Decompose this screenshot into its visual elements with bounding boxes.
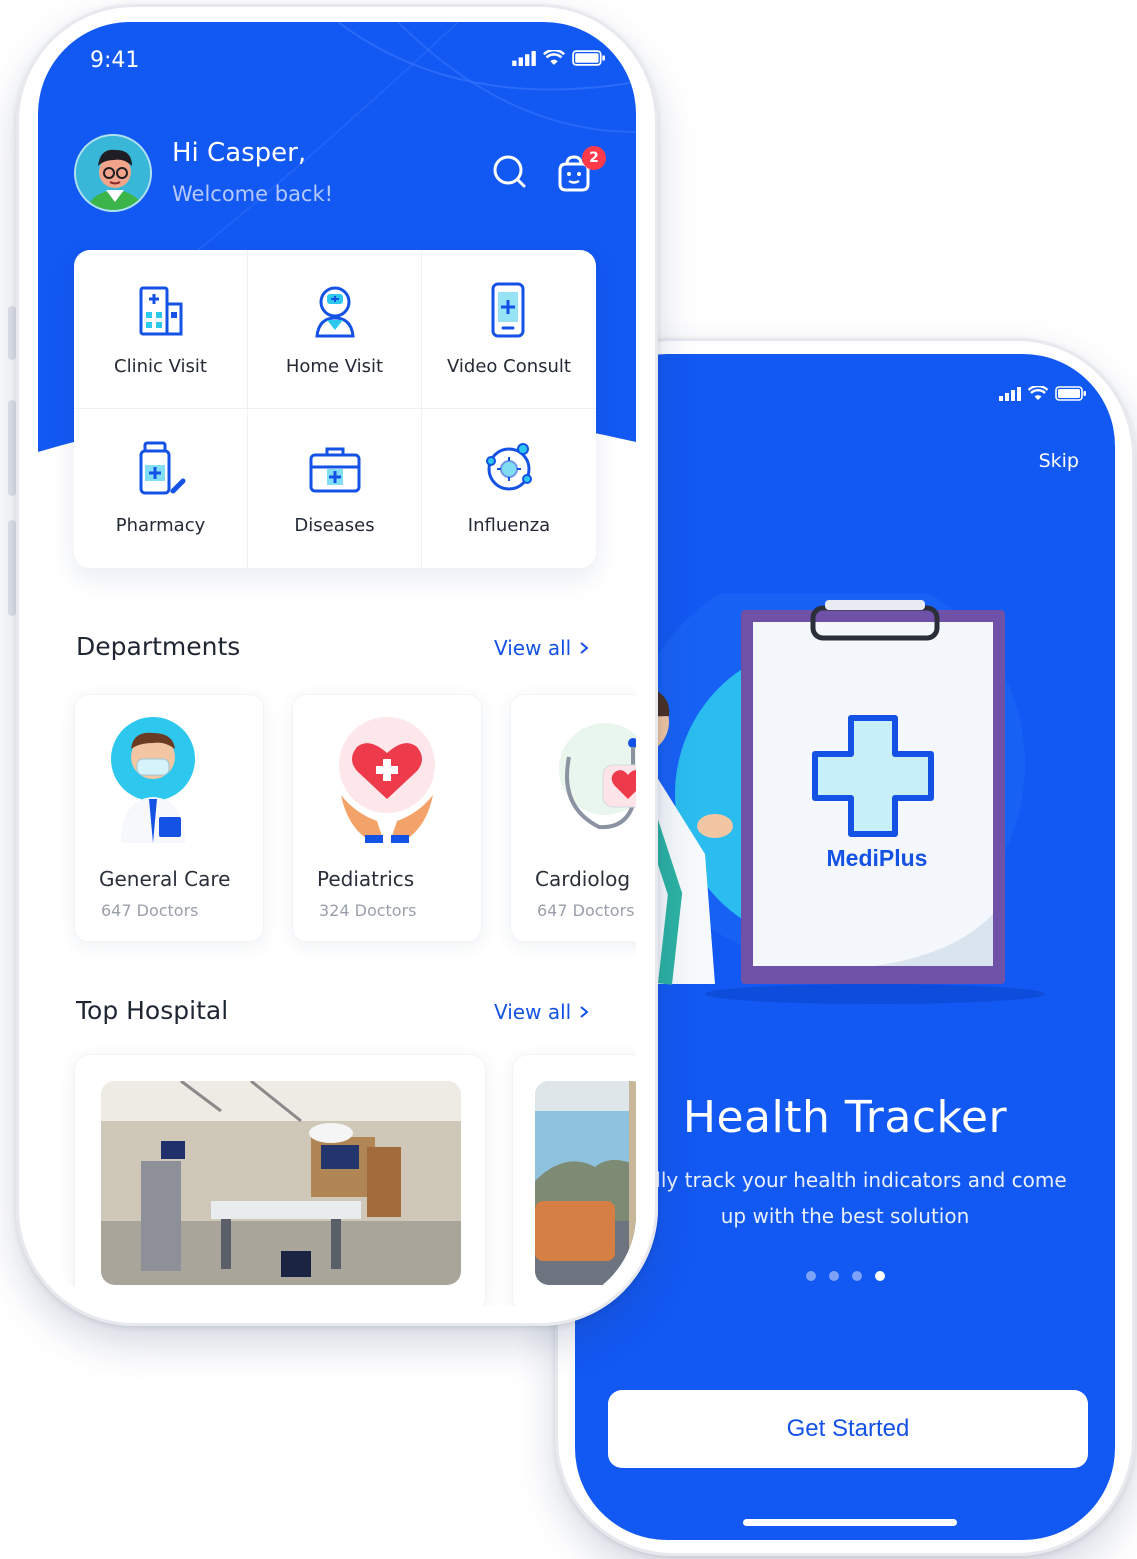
home-screen: 9:41 Hi Casper, Welcome back! 2 Clinic V…: [38, 22, 636, 1306]
view-all-label: View all: [494, 1000, 572, 1024]
service-pharmacy[interactable]: Pharmacy: [74, 409, 248, 568]
heart-in-hands-illustration: [339, 717, 435, 843]
battery-icon: [1055, 386, 1086, 401]
stethoscope-heart-illustration: [559, 723, 636, 830]
department-name: Pediatrics: [317, 867, 415, 891]
hospital-card[interactable]: [74, 1054, 486, 1306]
avatar[interactable]: [74, 134, 152, 212]
signal-icon: [512, 50, 536, 66]
search-icon[interactable]: [490, 152, 530, 192]
side-button: [8, 306, 16, 360]
service-video-consult[interactable]: Video Consult: [422, 250, 596, 409]
service-diseases[interactable]: Diseases: [248, 409, 422, 568]
home-phone-frame: 9:41 Hi Casper, Welcome back! 2 Clinic V…: [16, 4, 658, 1326]
wifi-icon: [543, 50, 565, 65]
department-card-pediatrics[interactable]: Pediatrics 324 Doctors: [292, 694, 482, 942]
medicine-bottle-icon: [139, 441, 185, 495]
department-name: Cardiolog: [535, 867, 631, 891]
medical-kit-icon: [309, 447, 360, 493]
welcome-subtitle: Welcome back!: [172, 182, 334, 206]
status-icons: [999, 386, 1087, 401]
hospital-building-icon: [139, 286, 182, 336]
side-button: [8, 400, 16, 496]
wifi-icon: [1028, 386, 1048, 400]
services-grid: Clinic Visit Home Visit Video Consult Ph…: [74, 250, 596, 568]
top-hospital-title: Top Hospital: [76, 996, 229, 1025]
department-name: General Care: [99, 867, 231, 891]
hospital-card[interactable]: [512, 1054, 636, 1306]
hospital-lounge-photo: [535, 1081, 636, 1285]
pager-dots: [575, 1271, 1115, 1281]
service-influenza[interactable]: Influenza: [422, 409, 596, 568]
brand-text: MediPlus: [827, 845, 928, 871]
nurse-icon: [314, 286, 355, 338]
greeting-text: Hi Casper,: [172, 138, 307, 168]
status-bar: 9:41: [38, 48, 636, 88]
side-button: [8, 520, 16, 616]
department-doctor-count: 647 Doctors: [101, 901, 199, 920]
service-label: Influenza: [467, 515, 551, 536]
hospital-room-photo: [101, 1081, 461, 1285]
view-all-label: View all: [494, 636, 572, 660]
battery-icon: [572, 50, 605, 66]
service-label: Home Visit: [285, 356, 384, 377]
service-home-visit[interactable]: Home Visit: [248, 250, 422, 409]
home-indicator: [743, 1519, 957, 1526]
get-started-button[interactable]: Get Started: [608, 1390, 1088, 1468]
service-label: Clinic Visit: [114, 356, 207, 377]
departments-view-all[interactable]: View all: [494, 636, 589, 660]
virus-icon: [486, 443, 532, 491]
department-card-general-care[interactable]: General Care 647 Doctors: [74, 694, 264, 942]
pager-dot[interactable]: [805, 1271, 816, 1281]
top-hospital-view-all[interactable]: View all: [494, 1000, 589, 1024]
status-time: 9:41: [90, 48, 140, 73]
service-label: Pharmacy: [115, 515, 206, 536]
doctor-with-mask-illustration: [111, 717, 195, 843]
phone-consult-icon: [491, 282, 525, 338]
service-clinic-visit[interactable]: Clinic Visit: [74, 250, 248, 409]
pager-dot[interactable]: [828, 1271, 839, 1281]
department-doctor-count: 647 Doctors: [537, 901, 635, 920]
notification-badge: 2: [582, 146, 606, 170]
pager-dot[interactable]: [851, 1271, 862, 1281]
pager-dot-active[interactable]: [874, 1271, 885, 1281]
signal-icon: [999, 386, 1021, 401]
service-label: Diseases: [294, 515, 375, 536]
status-icons: [512, 50, 606, 66]
chevron-right-icon: [580, 1006, 589, 1018]
service-label: Video Consult: [447, 356, 571, 377]
chevron-right-icon: [580, 642, 589, 654]
department-doctor-count: 324 Doctors: [319, 901, 417, 920]
departments-title: Departments: [76, 632, 241, 661]
skip-button[interactable]: Skip: [1039, 450, 1079, 472]
department-card-cardiology[interactable]: Cardiolog 647 Doctors: [510, 694, 636, 942]
